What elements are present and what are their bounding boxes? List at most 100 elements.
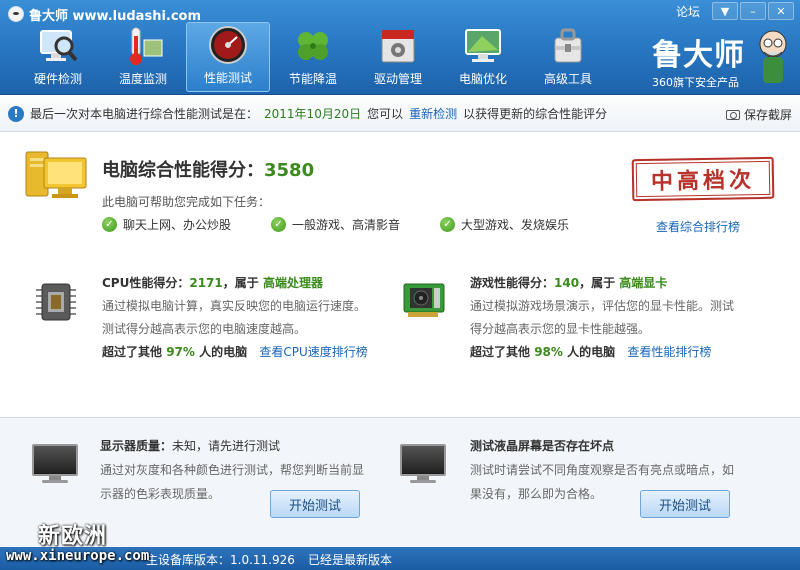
- window-controls: 论坛 ▼ – ✕: [676, 2, 794, 20]
- graphics-card-icon: [403, 283, 445, 317]
- nav-pc-optimize[interactable]: 电脑优化: [441, 22, 525, 92]
- gpu-desc-2: 得分越高表示您的显卡性能越强。: [470, 322, 651, 336]
- gpu-beat-suffix: 人的电脑: [567, 345, 616, 359]
- brand-name: 鲁大师: [652, 38, 745, 73]
- monitor-icon: [32, 444, 78, 484]
- task-label: 一般游戏、高清影音: [292, 218, 401, 232]
- gpu-desc-1: 通过模拟游戏场景演示，评估您的显卡性能。测试: [470, 299, 735, 313]
- overall-score-title: 电脑综合性能得分：3580: [102, 156, 314, 182]
- gpu-score-line: 游戏性能得分：140，属于 高端显卡: [470, 272, 750, 295]
- nav-driver-manage[interactable]: 驱动管理: [356, 22, 440, 92]
- display-test-start-button[interactable]: 开始测试: [270, 490, 360, 518]
- driver-box-icon: [377, 26, 419, 66]
- toolbox-icon: [547, 26, 589, 66]
- cpu-beat-line: 超过了其他 97% 人的电脑 查看CPU速度排行榜: [102, 341, 382, 364]
- grade-stamp: 中高档次: [631, 156, 775, 202]
- save-screenshot-button[interactable]: 保存截屏: [725, 106, 792, 123]
- cpu-beat-suffix: 人的电脑: [199, 345, 248, 359]
- overall-score-label: 电脑综合性能得分：: [102, 160, 264, 181]
- cpu-score-line: CPU性能得分：2171，属于 高端处理器: [102, 272, 382, 295]
- nav-label: 驱动管理: [373, 72, 422, 86]
- db-version: 主设备库版本：1.0.11.926: [146, 553, 295, 567]
- retest-link[interactable]: 重新检测: [409, 105, 457, 122]
- version-status: 已经是最新版本: [308, 553, 393, 567]
- menu-dropdown-icon[interactable]: ▼: [712, 2, 738, 20]
- cpu-score-label: CPU性能得分：: [102, 276, 190, 290]
- nav-hardware-detect[interactable]: 硬件检测: [16, 22, 100, 92]
- app-logo-icon: [8, 6, 24, 22]
- task-item: ✓ 大型游戏、发烧娱乐: [440, 216, 569, 233]
- display-quality-label: 显示器质量：: [100, 439, 173, 453]
- app-title: 鲁大师 www.ludashi.com: [8, 4, 201, 24]
- display-quality-desc-1: 通过对灰度和各种颜色进行测试，帮您判断当前显: [100, 463, 365, 477]
- header-bar: 鲁大师 www.ludashi.com 论坛 ▼ – ✕ 硬件检测 温度监测 性…: [0, 0, 800, 95]
- close-icon[interactable]: ✕: [768, 2, 794, 20]
- check-icon: ✓: [440, 217, 456, 232]
- gpu-beat-line: 超过了其他 98% 人的电脑 查看性能排行榜: [470, 341, 750, 364]
- gpu-score-label: 游戏性能得分：: [470, 276, 555, 290]
- site-watermark: 新欧洲 www.xineurope.com: [2, 518, 152, 570]
- brand-subtitle: 360旗下安全产品: [652, 76, 739, 89]
- display-quality-status: 未知，请先进行测试: [172, 439, 281, 453]
- gpu-section: 游戏性能得分：140，属于 高端显卡 通过模拟游戏场景演示，评估您的显卡性能。测…: [470, 272, 750, 364]
- tasks-intro: 此电脑可帮助您完成如下任务：: [102, 195, 271, 209]
- lcd-test-start-button[interactable]: 开始测试: [640, 490, 730, 518]
- mascot-icon: [759, 30, 787, 83]
- task-list: ✓ 聊天上网、办公炒股 ✓ 一般游戏、高清影音 ✓ 大型游戏、发烧娱乐: [102, 216, 609, 233]
- gpu-belongs: ，属于: [579, 276, 616, 290]
- minimize-icon[interactable]: –: [740, 2, 766, 20]
- cpu-section: CPU性能得分：2171，属于 高端处理器 通过模拟电脑计算，真实反映您的电脑运…: [102, 272, 382, 364]
- gpu-beat-prefix: 超过了其他: [470, 345, 531, 359]
- brand-logo: 鲁大师 360旗下安全产品: [652, 26, 792, 92]
- gpu-rank-link[interactable]: 查看性能排行榜: [627, 345, 711, 359]
- nav-performance-test[interactable]: 性能测试: [186, 22, 270, 92]
- check-icon: ✓: [271, 217, 287, 232]
- gpu-score-value: 140: [554, 276, 580, 290]
- cpu-chip-icon: [36, 283, 76, 321]
- last-test-notice: ! 最后一次对本电脑进行综合性能测试是在： 2011年10月20日 您可以 重新…: [0, 96, 800, 132]
- last-test-date: 2011年10月20日: [264, 107, 362, 121]
- cpu-score-value: 2171: [189, 276, 223, 290]
- notice-suffix: 以获得更新的综合性能评分: [463, 107, 608, 121]
- nav-label: 性能测试: [203, 71, 252, 85]
- watermark-cn: 新欧洲: [38, 524, 108, 549]
- task-item: ✓ 一般游戏、高清影音: [271, 216, 400, 233]
- thermometer-icon: [122, 26, 164, 66]
- gpu-beat-pct: 98%: [534, 345, 563, 359]
- speedometer-icon: [207, 25, 249, 65]
- overall-score-value: 3580: [264, 160, 315, 181]
- nav-temperature[interactable]: 温度监测: [101, 22, 185, 92]
- notice-middle: 您可以: [367, 107, 404, 121]
- camera-icon: [725, 109, 740, 120]
- nav-energy-saving[interactable]: 节能降温: [271, 22, 355, 92]
- pc-magnifier-icon: [37, 26, 79, 66]
- task-label: 大型游戏、发烧娱乐: [461, 218, 570, 232]
- computer-monitor-icon: [25, 151, 87, 198]
- nav-advanced-tools[interactable]: 高级工具: [526, 22, 610, 92]
- cpu-level: 高端处理器: [262, 276, 323, 290]
- forum-link[interactable]: 论坛: [676, 3, 700, 20]
- lcd-test-title: 测试液晶屏幕是否存在坏点: [470, 439, 615, 453]
- overall-rank-link[interactable]: 查看综合排行榜: [656, 218, 740, 235]
- gpu-level: 高端显卡: [619, 276, 668, 290]
- monitor-optimize-icon: [462, 26, 504, 66]
- lcd-test-desc-1: 测试时请尝试不同角度观察是否有亮点或暗点，如: [470, 463, 735, 477]
- nav-label: 硬件检测: [33, 72, 82, 86]
- display-quality-line: 显示器质量：未知，请先进行测试: [100, 434, 400, 458]
- watermark-en: www.xineurope.com: [6, 548, 150, 564]
- cpu-belongs: ，属于: [222, 276, 259, 290]
- monitor-icon: [400, 444, 446, 484]
- cpu-beat-pct: 97%: [166, 345, 195, 359]
- task-label: 聊天上网、办公炒股: [123, 218, 232, 232]
- info-icon: !: [8, 105, 24, 122]
- nav-label: 电脑优化: [458, 72, 507, 86]
- nav-label: 高级工具: [543, 72, 592, 86]
- cpu-rank-link[interactable]: 查看CPU速度排行榜: [259, 345, 367, 359]
- cpu-desc-1: 通过模拟电脑计算，真实反映您的电脑运行速度。: [102, 299, 367, 313]
- nav-label: 节能降温: [288, 72, 337, 86]
- save-screenshot-label: 保存截屏: [743, 108, 792, 122]
- notice-prefix: 最后一次对本电脑进行综合性能测试是在：: [30, 107, 259, 121]
- app-title-text: 鲁大师 www.ludashi.com: [29, 8, 202, 24]
- main-nav: 硬件检测 温度监测 性能测试 节能降温 驱动管理 电脑优化 高级工具: [16, 22, 610, 92]
- nav-label: 温度监测: [118, 72, 167, 86]
